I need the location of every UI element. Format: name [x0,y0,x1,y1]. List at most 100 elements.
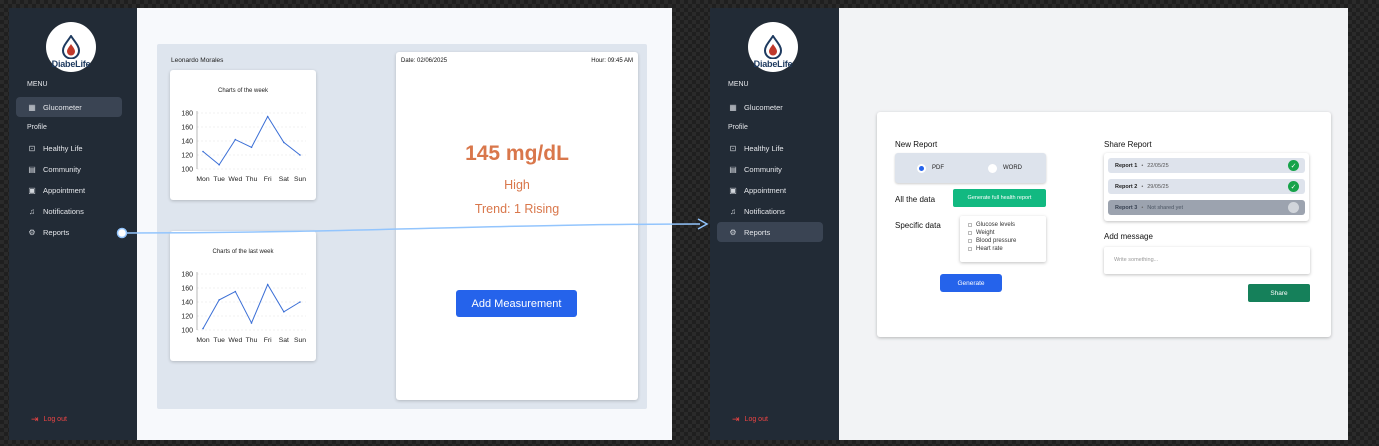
report-row-3[interactable]: Report 3 • Not shared yet [1108,200,1305,215]
sidebar-item-appointment[interactable]: ▣ Appointment [717,180,823,200]
data-point [283,311,285,313]
logout-label: Log out [744,416,768,423]
sidebar-item-reports[interactable]: ⚙ Reports [717,222,823,242]
app-logo[interactable]: DiabeLife [748,22,798,72]
data-point [202,327,204,330]
dashboard-icon: ▦ [729,102,737,112]
logout-button[interactable]: ⇥ Log out [31,414,67,425]
logout-button[interactable]: ⇥ Log out [732,414,768,425]
sidebar-item-community[interactable]: ▤ Community [16,159,122,179]
sidebar-item-label: Glucometer [744,102,783,112]
last-week-glucose-chart: 100 120 140 160 180 Mon Tue Wed Thu Fri Sat Sun [181,271,306,344]
report-name: Report 2 [1115,183,1138,190]
profile-label[interactable]: Profile [728,124,748,131]
y-tick-label: 180 [181,271,193,278]
x-tick-label: Tue [213,176,225,183]
data-point [299,154,301,156]
sidebar-item-label: Reports [744,227,771,237]
sidebar-item-label: Healthy Life [43,143,83,153]
sidebar-item-community[interactable]: ▤ Community [717,159,823,179]
sidebar-item-reports[interactable]: ⚙ Reports [16,222,122,242]
checkbox-box [968,231,972,235]
weekly-chart-card: Charts of the week 100 120 140 160 180 Mon Tue… [170,70,316,200]
blood-pressure-checkbox[interactable]: Blood pressure [968,237,1046,245]
data-point [266,283,269,286]
separator: • [1141,204,1144,211]
y-tick-label: 120 [181,313,193,320]
glucose-reading: 145 mg/dL [465,142,569,165]
checkbox-label: Weight [976,230,995,236]
unshared-toggle-icon[interactable] [1288,202,1299,213]
chat-icon: ▤ [28,164,36,174]
checkbox-box [968,223,972,227]
x-tick-label: Wed [228,176,242,183]
logout-label: Log out [43,416,67,423]
message-input[interactable]: Write something... [1104,247,1310,274]
sidebar-item-label: Notifications [43,206,84,216]
y-tick-label: 100 [181,166,193,173]
data-point [266,115,269,118]
add-measurement-button[interactable]: Add Measurement [456,290,577,317]
data-point [234,290,237,293]
report-row-1[interactable]: Report 1 • 22/05/25 ✓ [1108,158,1305,173]
logout-icon: ⇥ [31,414,39,424]
glucose-status: High [504,178,530,192]
sidebar-item-notifications[interactable]: ♫ Notifications [16,201,122,221]
generate-button[interactable]: Generate [940,274,1002,292]
new-report-title: New Report [895,140,938,149]
sidebar-item-label: Healthy Life [744,143,784,153]
sidebar-item-label: Community [43,164,81,174]
sidebar-item-label: Notifications [744,206,785,216]
sidebar-item-healthy-life[interactable]: ⊡ Healthy Life [717,138,823,158]
weight-checkbox[interactable]: Weight [968,229,1046,237]
bell-icon: ♫ [730,206,736,216]
sidebar-item-appointment[interactable]: ▣ Appointment [16,180,122,200]
add-message-label: Add message [1104,232,1153,241]
specific-data-label: Specific data [895,221,941,230]
shared-check-icon: ✓ [1288,160,1299,171]
report-name: Report 1 [1115,162,1138,169]
y-tick-label: 100 [181,327,193,334]
reports-screen: DiabeLife MENU ▦ Glucometer Profile ⊡ He… [710,8,1348,440]
x-tick-label: Tue [213,337,225,344]
chat-icon: ▤ [729,164,737,174]
data-point [250,322,253,324]
glucose-series-line [202,115,301,166]
x-tick-label: Fri [264,176,272,183]
scan-icon: ⊡ [729,143,737,153]
separator: • [1141,162,1144,169]
x-tick-label: Thu [246,176,258,183]
report-row-2[interactable]: Report 2 • 29/05/25 ✓ [1108,179,1305,194]
report-status: 29/05/25 [1147,183,1169,190]
arrow-head-icon [697,218,709,230]
sidebar-item-glucometer[interactable]: ▦ Glucometer [16,97,122,117]
sidebar: DiabeLife MENU ▦ Glucometer Profile ⊡ He… [9,8,137,440]
data-point [218,164,220,166]
blood-drop-logo-icon [763,35,783,59]
share-button[interactable]: Share [1248,284,1310,302]
word-radio[interactable] [988,164,997,173]
heart-rate-checkbox[interactable]: Heart rate [968,245,1046,253]
x-tick-label: Sun [294,337,306,344]
x-tick-label: Fri [264,337,272,344]
app-logo[interactable]: DiabeLife [46,22,96,72]
checkbox-box [968,247,972,251]
report-status: Not shared yet [1147,204,1184,211]
sidebar-item-healthy-life[interactable]: ⊡ Healthy Life [16,138,122,158]
x-tick-label: Mon [196,176,209,183]
sidebar-item-label: Appointment [43,185,86,195]
profile-label[interactable]: Profile [27,124,47,131]
sidebar-item-notifications[interactable]: ♫ Notifications [717,201,823,221]
format-selector: PDF WORD [895,153,1046,183]
user-name: Leonardo Morales [171,57,224,64]
current-reading-card: Date: 02/06/2025 Hour: 09:45 AM 145 mg/d… [396,52,638,400]
generate-full-report-button[interactable]: Generate full health report [953,189,1046,207]
bell-icon: ♫ [29,206,35,216]
share-report-title: Share Report [1104,140,1152,149]
x-tick-label: Mon [196,337,209,344]
sidebar-item-glucometer[interactable]: ▦ Glucometer [717,97,823,117]
dashboard-icon: ▦ [28,102,36,112]
y-tick-label: 160 [181,285,193,292]
glucose-levels-checkbox[interactable]: Glucose levels [968,221,1046,229]
pdf-radio[interactable] [917,164,926,173]
